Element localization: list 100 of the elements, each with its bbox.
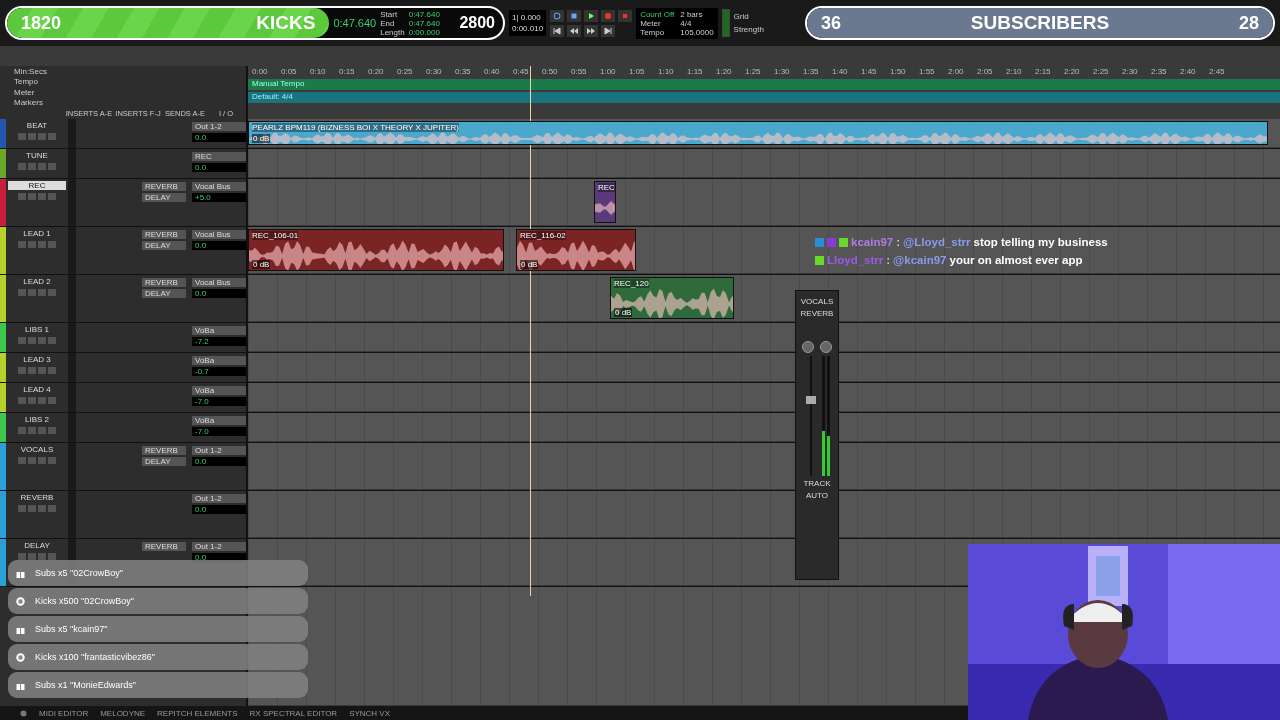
plugin-tab[interactable]: MIDI EDITOR xyxy=(39,708,89,718)
volume-value: -0.7 xyxy=(192,367,246,376)
track-name[interactable]: VOCALS xyxy=(16,445,58,454)
clip-gain: 0 dB xyxy=(520,260,539,269)
forward-end-icon[interactable] xyxy=(601,24,616,37)
send-slot[interactable]: DELAY xyxy=(142,241,186,250)
clip-name: PEARLZ BPM119 (BIZNESS BOI X THEORY X JUPITER) xyxy=(252,123,460,132)
time-tick: 2:25 xyxy=(1093,67,1110,76)
output-selector[interactable]: VoBa xyxy=(192,326,246,335)
audio-clip[interactable]: REC xyxy=(594,181,616,223)
plugin-tab[interactable]: RX SPECTRAL EDITOR xyxy=(249,708,338,718)
track-name[interactable]: REC xyxy=(8,181,66,190)
play-icon[interactable] xyxy=(584,9,599,22)
chat-message: your on almost ever app xyxy=(949,254,1083,266)
send-slot[interactable]: REVERB xyxy=(142,182,186,191)
plugin-tab[interactable]: SYNCH VX xyxy=(349,708,391,718)
nudge-value: 1| 0.000 xyxy=(512,13,542,22)
loop-icon[interactable] xyxy=(550,9,565,22)
chat-separator: : xyxy=(886,254,891,266)
output-selector[interactable]: Vocal Bus xyxy=(192,230,246,239)
time-tick: 2:10 xyxy=(1006,67,1023,76)
track-name[interactable]: LIBS 1 xyxy=(21,325,53,334)
meter-lane: Default: 4/4 xyxy=(248,92,1280,103)
track-name[interactable]: DELAY xyxy=(20,541,54,550)
output-selector[interactable]: Out 1-2 xyxy=(192,122,246,131)
output-selector[interactable]: VoBa xyxy=(192,356,246,365)
time-tick: 0:00 xyxy=(252,67,269,76)
mixer-insert[interactable]: REVERB xyxy=(800,309,834,318)
counter-label: Length xyxy=(380,27,405,37)
send-slot[interactable]: DELAY xyxy=(142,193,186,202)
send-slot[interactable]: REVERB xyxy=(142,230,186,239)
counter-label: End xyxy=(380,18,396,28)
settings-icon[interactable] xyxy=(20,709,27,717)
rewind-icon[interactable] xyxy=(567,24,582,37)
stop-icon[interactable] xyxy=(567,9,582,22)
track-name[interactable]: BEAT xyxy=(22,121,52,130)
time-tick: 2:05 xyxy=(977,67,994,76)
goal-count: 36 xyxy=(821,12,842,34)
automation-mode[interactable]: AUTO xyxy=(805,491,829,500)
volume-value: -7.0 xyxy=(192,427,246,436)
output-selector[interactable]: Out 1-2 xyxy=(192,446,246,455)
plugin-tab[interactable]: REPITCH ELEMENTS xyxy=(157,708,238,718)
tempo-value: 105.0000 xyxy=(680,27,714,37)
alert-text: Subs x5 "kcain97" xyxy=(35,624,108,634)
audio-clip[interactable]: REC_120 0 dB xyxy=(610,277,734,319)
send-slot[interactable]: REVERB xyxy=(142,278,186,287)
bars-value: 2 bars xyxy=(680,9,704,19)
track-name[interactable]: LEAD 1 xyxy=(19,229,55,238)
send-slot[interactable]: REVERB xyxy=(142,446,186,455)
volume-value: 0.0 xyxy=(192,241,246,250)
track-name[interactable]: REVERB xyxy=(16,493,58,502)
time-tick: 0:20 xyxy=(368,67,385,76)
ruler-name: Tempo xyxy=(14,77,39,87)
pan-knob[interactable] xyxy=(802,341,814,353)
output-selector[interactable]: Vocal Bus xyxy=(192,182,246,191)
output-selector[interactable]: VoBa xyxy=(192,386,246,395)
send-slot[interactable]: REVERB xyxy=(142,542,186,551)
record-mode-icon[interactable] xyxy=(618,9,633,22)
audio-clip[interactable]: REC_106-01 0 dB xyxy=(248,229,504,271)
time-tick: 2:20 xyxy=(1064,67,1081,76)
time-tick: 1:55 xyxy=(919,67,936,76)
time-tick: 0:30 xyxy=(426,67,443,76)
time-tick: 2:30 xyxy=(1122,67,1139,76)
track-name[interactable]: LEAD 3 xyxy=(19,355,55,364)
clip-name: REC xyxy=(598,183,615,192)
time-tick: 1:10 xyxy=(658,67,675,76)
volume-value: -7.2 xyxy=(192,337,246,346)
chat-username: kcain97 xyxy=(851,236,894,248)
output-selector[interactable]: Out 1-2 xyxy=(192,494,246,503)
track-name[interactable]: LEAD 4 xyxy=(19,385,55,394)
volume-value: 0.0 xyxy=(192,289,246,298)
output-selector[interactable]: REC xyxy=(192,152,246,161)
time-tick: 1:05 xyxy=(629,67,646,76)
audio-clip[interactable]: PEARLZ BPM119 (BIZNESS BOI X THEORY X JUPITER) 0 dB xyxy=(248,121,1268,145)
track-name[interactable]: TUNE xyxy=(22,151,52,160)
gift-icon xyxy=(16,624,25,634)
pan-knob[interactable] xyxy=(820,341,832,353)
time-tick: 1:50 xyxy=(890,67,907,76)
audio-clip[interactable]: REC_116-02 0 dB xyxy=(516,229,636,271)
tempo-label: Tempo xyxy=(640,27,666,37)
output-selector[interactable]: VoBa xyxy=(192,416,246,425)
track-name[interactable]: LEAD 2 xyxy=(19,277,55,286)
send-slot[interactable]: DELAY xyxy=(142,289,186,298)
time-tick: 1:35 xyxy=(803,67,820,76)
main-counter: 0:47.640 xyxy=(333,17,377,29)
nudge-value: 0:00.010 xyxy=(512,24,544,33)
output-selector[interactable]: Out 1-2 xyxy=(192,542,246,551)
rewind-start-icon[interactable] xyxy=(550,24,565,37)
send-slot[interactable]: DELAY xyxy=(142,457,186,466)
fast-forward-icon[interactable] xyxy=(584,24,599,37)
mixer-mode: TRACK xyxy=(803,479,831,488)
time-tick: 0:40 xyxy=(484,67,501,76)
output-selector[interactable]: Vocal Bus xyxy=(192,278,246,287)
level-meter xyxy=(721,9,730,37)
plugin-tab[interactable]: MELODYNE xyxy=(100,708,146,718)
record-icon[interactable] xyxy=(601,9,616,22)
ruler-name: Meter xyxy=(14,87,36,97)
time-tick: 0:35 xyxy=(455,67,472,76)
time-tick: 0:50 xyxy=(542,67,559,76)
track-name[interactable]: LIBS 2 xyxy=(21,415,53,424)
